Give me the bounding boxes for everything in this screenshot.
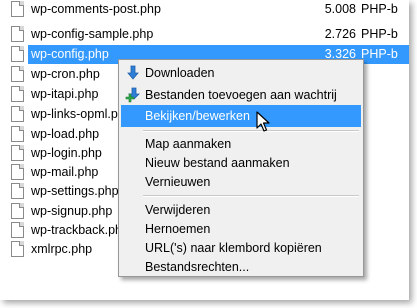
file-size: 5.008 xyxy=(324,2,356,16)
php-file-icon xyxy=(11,46,24,62)
php-file-icon xyxy=(11,1,24,17)
menu-item-label: Downloaden xyxy=(145,66,215,80)
file-type: PHP-b xyxy=(361,2,398,16)
file-name: wp-config.php xyxy=(31,47,109,61)
php-file-icon xyxy=(11,222,24,238)
menu-separator xyxy=(143,195,359,197)
menu-item-refresh[interactable]: Vernieuwen xyxy=(121,171,361,193)
php-file-icon xyxy=(11,164,24,180)
file-name: wp-signup.php xyxy=(31,204,113,218)
file-type: PHP-b xyxy=(361,27,398,41)
file-name: wp-mail.php xyxy=(31,165,99,179)
mouse-pointer-icon xyxy=(256,111,270,132)
menu-separator xyxy=(143,130,359,132)
menu-item-label: Bestanden toevoegen aan wachtrij xyxy=(145,88,337,102)
menu-item-download[interactable]: Downloaden xyxy=(121,62,361,84)
menu-item-label: Bekijken/bewerken xyxy=(145,109,250,123)
menu-item-label: Nieuw bestand aanmaken xyxy=(145,156,290,170)
menu-item-label: Map aanmaken xyxy=(145,137,232,151)
php-file-icon xyxy=(11,183,24,199)
php-file-icon xyxy=(11,66,24,82)
file-name: wp-itapi.php xyxy=(31,87,99,101)
php-file-icon xyxy=(11,26,24,42)
file-row[interactable]: wp-config-sample.php 2.726 PHP-b xyxy=(0,25,409,44)
file-name: wp-login.php xyxy=(31,146,102,160)
menu-item-view-edit[interactable]: Bekijken/bewerken xyxy=(121,105,361,127)
php-file-icon xyxy=(11,241,24,257)
file-name: wp-links-opml.php xyxy=(31,107,132,121)
file-name: wp-comments-post.php xyxy=(31,2,161,16)
php-file-icon xyxy=(11,86,24,102)
menu-item-label: URL('s) naar klembord kopiëren xyxy=(145,241,322,255)
menu-item-label: Hernoemen xyxy=(145,222,211,236)
php-file-icon xyxy=(11,126,24,142)
php-file-icon xyxy=(11,203,24,219)
menu-item-label: Vernieuwen xyxy=(145,175,211,189)
download-arrow-icon xyxy=(127,65,139,80)
menu-item-label: Verwijderen xyxy=(145,203,211,217)
file-row[interactable]: wp-comments-post.php 5.008 PHP-b xyxy=(0,0,409,19)
menu-item-label: Bestandsrechten... xyxy=(145,260,250,274)
file-name: wp-load.php xyxy=(31,127,100,141)
file-type: PHP-b xyxy=(361,47,398,61)
file-name: wp-settings.php xyxy=(31,184,119,198)
file-name: wp-config-sample.php xyxy=(31,27,154,41)
add-to-queue-icon xyxy=(125,87,140,103)
file-size: 2.726 xyxy=(324,27,356,41)
php-file-icon xyxy=(11,106,24,122)
file-name: xmlrpc.php xyxy=(31,242,93,256)
php-file-icon xyxy=(11,145,24,161)
menu-item-add-to-queue[interactable]: Bestanden toevoegen aan wachtrij xyxy=(121,84,361,106)
remote-file-list-panel: wp-comments-post.php 5.008 PHP-b wp-conf… xyxy=(0,0,409,300)
file-name: wp-trackback.php xyxy=(31,223,129,237)
menu-item-file-permissions[interactable]: Bestandsrechten... xyxy=(121,256,361,278)
context-menu: Downloaden Bestanden toevoegen aan wacht… xyxy=(118,59,364,277)
file-name: wp-cron.php xyxy=(31,67,100,81)
